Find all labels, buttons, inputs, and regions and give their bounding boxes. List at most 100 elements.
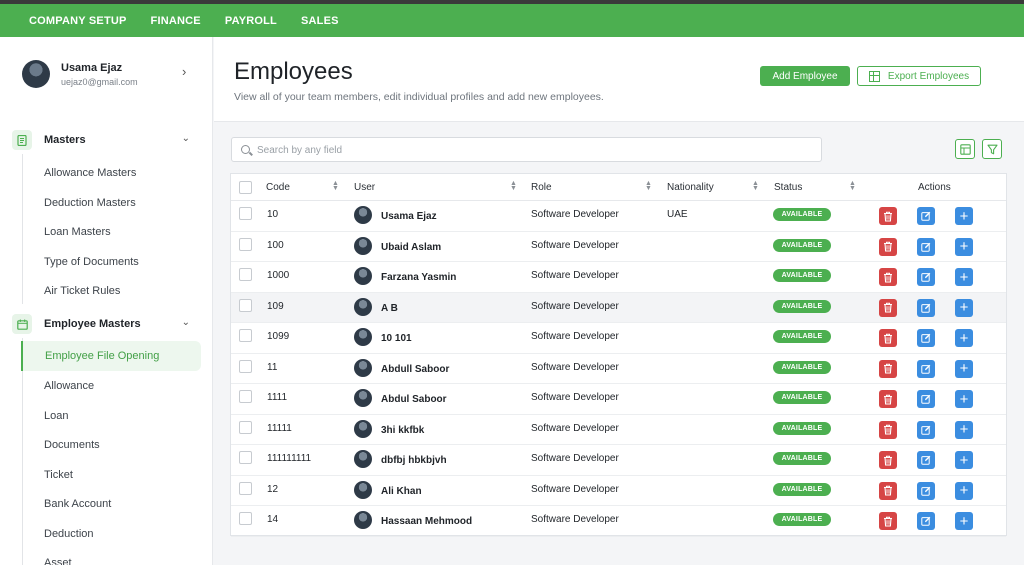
table-row[interactable]: 10 Usama Ejaz Software Developer UAE AVAILAB… xyxy=(231,201,1006,232)
sidebar-item-deduction[interactable]: Deduction xyxy=(44,528,94,540)
add-button[interactable]: + xyxy=(955,207,973,225)
cell-user[interactable]: dbfbj hbkbjvh xyxy=(381,455,447,466)
table-row[interactable]: 111111111 dbfbj hbkbjvh Software Developer… xyxy=(231,445,1006,476)
sort-icon[interactable]: ▲ ▼ xyxy=(332,180,339,192)
section-employee-masters[interactable]: Employee Masters ⌄ xyxy=(12,314,192,334)
add-button[interactable]: + xyxy=(955,481,973,500)
edit-button[interactable] xyxy=(917,512,935,530)
export-employees-button[interactable]: Export Employees xyxy=(857,66,981,86)
add-employee-button[interactable]: Add Employee xyxy=(760,66,850,86)
row-checkbox[interactable] xyxy=(239,329,252,342)
cell-user[interactable]: Usama Ejaz xyxy=(381,211,437,222)
add-button[interactable]: + xyxy=(955,390,973,408)
cell-user[interactable]: 10 101 xyxy=(381,333,412,344)
delete-button[interactable] xyxy=(879,390,897,408)
cell-user[interactable]: Farzana Yasmin xyxy=(381,272,456,283)
chevron-right-icon[interactable]: › xyxy=(182,64,186,79)
row-checkbox[interactable] xyxy=(239,237,252,251)
cell-user[interactable]: A B xyxy=(381,303,398,314)
edit-button[interactable] xyxy=(917,390,935,408)
row-checkbox[interactable] xyxy=(239,420,252,434)
edit-button[interactable] xyxy=(917,451,935,469)
table-row[interactable]: 1111 Abdul Saboor Software Developer AVAILA… xyxy=(231,384,1006,415)
cell-user[interactable]: Abdul Saboor xyxy=(381,394,447,405)
row-checkbox[interactable] xyxy=(239,298,252,312)
row-checkbox[interactable] xyxy=(239,268,252,281)
delete-button[interactable] xyxy=(879,207,897,225)
column-header-status[interactable]: Status xyxy=(774,182,802,193)
sidebar-item-loan[interactable]: Loan xyxy=(44,410,68,422)
edit-button[interactable] xyxy=(917,420,935,439)
row-checkbox[interactable] xyxy=(239,451,252,464)
delete-button[interactable] xyxy=(879,329,897,347)
columns-button[interactable] xyxy=(955,139,975,159)
add-button[interactable]: + xyxy=(955,329,973,347)
delete-button[interactable] xyxy=(879,420,897,439)
table-row[interactable]: 11111 3hi kkfbk Software Developer AVAILABL… xyxy=(231,415,1006,445)
add-button[interactable]: + xyxy=(955,268,973,286)
sidebar-item-documents[interactable]: Documents xyxy=(44,439,100,451)
user-profile[interactable]: Usama Ejaz uejaz0@gmail.com › xyxy=(22,59,200,91)
delete-button[interactable] xyxy=(879,512,897,530)
nav-payroll[interactable]: PAYROLL xyxy=(225,15,277,27)
edit-button[interactable] xyxy=(917,359,935,378)
cell-user[interactable]: Hassaan Mehmood xyxy=(381,516,472,527)
sidebar-item-employee-file-opening[interactable]: Employee File Opening xyxy=(21,341,201,371)
cell-user[interactable]: Abdull Saboor xyxy=(381,364,449,375)
row-checkbox[interactable] xyxy=(239,359,252,373)
section-masters[interactable]: Masters ⌄ xyxy=(12,130,192,150)
add-button[interactable]: + xyxy=(955,237,973,256)
sidebar-item-allowance[interactable]: Allowance xyxy=(44,380,94,392)
table-row[interactable]: 109 A B Software Developer AVAILABLE + xyxy=(231,292,1006,323)
add-button[interactable]: + xyxy=(955,359,973,378)
edit-button[interactable] xyxy=(917,268,935,286)
edit-button[interactable] xyxy=(917,207,935,225)
table-row[interactable]: 14 Hassaan Mehmood Software Developer AVAIL… xyxy=(231,506,1006,537)
column-header-user[interactable]: User xyxy=(354,182,375,193)
table-row[interactable]: 100 Ubaid Aslam Software Developer AVAILABL… xyxy=(231,232,1006,262)
column-header-code[interactable]: Code xyxy=(266,182,290,193)
add-button[interactable]: + xyxy=(955,298,973,317)
edit-button[interactable] xyxy=(917,237,935,256)
select-all-checkbox[interactable] xyxy=(239,181,252,194)
chevron-down-icon[interactable]: ⌄ xyxy=(182,133,190,144)
table-row[interactable]: 12 Ali Khan Software Developer AVAILABLE + xyxy=(231,476,1006,506)
table-row[interactable]: 1000 Farzana Yasmin Software Developer AVAI… xyxy=(231,262,1006,293)
sidebar-item-allowance-masters[interactable]: Allowance Masters xyxy=(44,167,136,179)
edit-button[interactable] xyxy=(917,298,935,317)
sidebar-item-asset[interactable]: Asset xyxy=(44,557,72,565)
filter-button[interactable] xyxy=(982,139,1002,159)
delete-button[interactable] xyxy=(879,451,897,469)
chevron-down-icon[interactable]: ⌄ xyxy=(182,317,190,328)
search-field[interactable] xyxy=(231,137,822,162)
delete-button[interactable] xyxy=(879,481,897,500)
delete-button[interactable] xyxy=(879,298,897,317)
sort-icon[interactable]: ▲ ▼ xyxy=(510,180,517,192)
cell-user[interactable]: Ubaid Aslam xyxy=(381,242,441,253)
add-button[interactable]: + xyxy=(955,420,973,439)
sidebar-item-ticket[interactable]: Ticket xyxy=(44,469,73,481)
table-row[interactable]: 1099 10 101 Software Developer AVAILABLE + xyxy=(231,323,1006,354)
cell-user[interactable]: Ali Khan xyxy=(381,486,422,497)
row-checkbox[interactable] xyxy=(239,390,252,403)
column-header-nationality[interactable]: Nationality xyxy=(667,182,714,193)
sidebar-item-type-of-documents[interactable]: Type of Documents xyxy=(44,256,139,268)
sidebar-item-bank-account[interactable]: Bank Account xyxy=(44,498,111,510)
nav-finance[interactable]: FINANCE xyxy=(151,15,201,27)
sort-icon[interactable]: ▲ ▼ xyxy=(752,180,759,192)
edit-button[interactable] xyxy=(917,329,935,347)
sort-icon[interactable]: ▲ ▼ xyxy=(849,180,856,192)
nav-company-setup[interactable]: COMPANY SETUP xyxy=(29,15,127,27)
edit-button[interactable] xyxy=(917,481,935,500)
row-checkbox[interactable] xyxy=(239,481,252,495)
table-row[interactable]: 11 Abdull Saboor Software Developer AVAILAB… xyxy=(231,354,1006,384)
sidebar-item-air-ticket-rules[interactable]: Air Ticket Rules xyxy=(44,285,120,297)
add-button[interactable]: + xyxy=(955,512,973,530)
row-checkbox[interactable] xyxy=(239,207,252,220)
delete-button[interactable] xyxy=(879,237,897,256)
sidebar-item-loan-masters[interactable]: Loan Masters xyxy=(44,226,111,238)
column-header-role[interactable]: Role xyxy=(531,182,552,193)
add-button[interactable]: + xyxy=(955,451,973,469)
nav-sales[interactable]: SALES xyxy=(301,15,339,27)
delete-button[interactable] xyxy=(879,268,897,286)
